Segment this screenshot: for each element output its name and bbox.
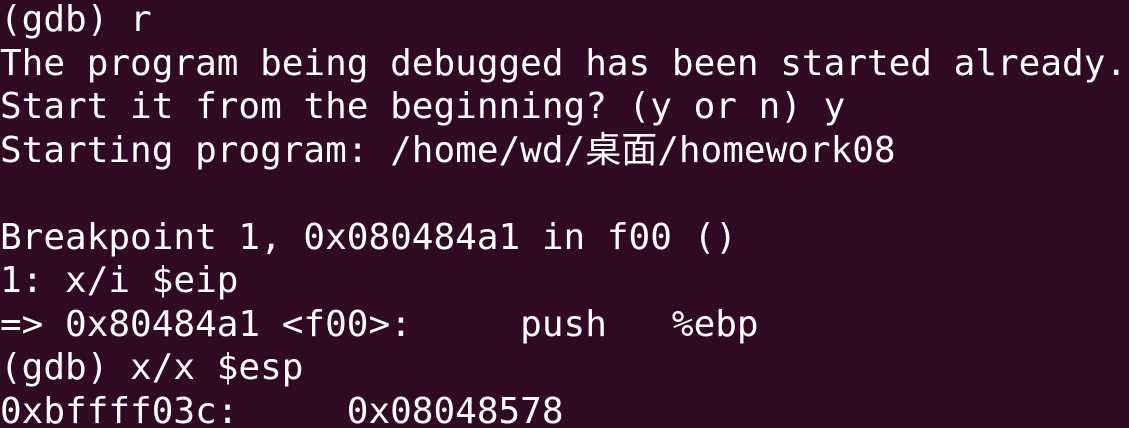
gdb-examine-command-line: (gdb) x/x $esp — [0, 347, 304, 388]
memory-value-line: 0xbffff03c: 0x08048578 — [0, 390, 564, 428]
restart-prompt-line: Start it from the beginning? (y or n) y — [0, 86, 846, 127]
terminal-window[interactable]: (gdb) r The program being debugged has b… — [0, 0, 1129, 428]
program-already-started-message: The program being debugged has been star… — [0, 42, 1128, 84]
current-instruction-line: => 0x80484a1 <f00>: push %ebp — [0, 303, 759, 345]
breakpoint-hit-line: Breakpoint 1, 0x080484a1 in f00 () — [0, 216, 737, 258]
display-expression-line: 1: x/i $eip — [0, 260, 239, 301]
starting-program-line: Starting program: /home/wd/桌面/homework08 — [0, 129, 896, 171]
gdb-run-command-line: (gdb) r — [0, 0, 152, 40]
